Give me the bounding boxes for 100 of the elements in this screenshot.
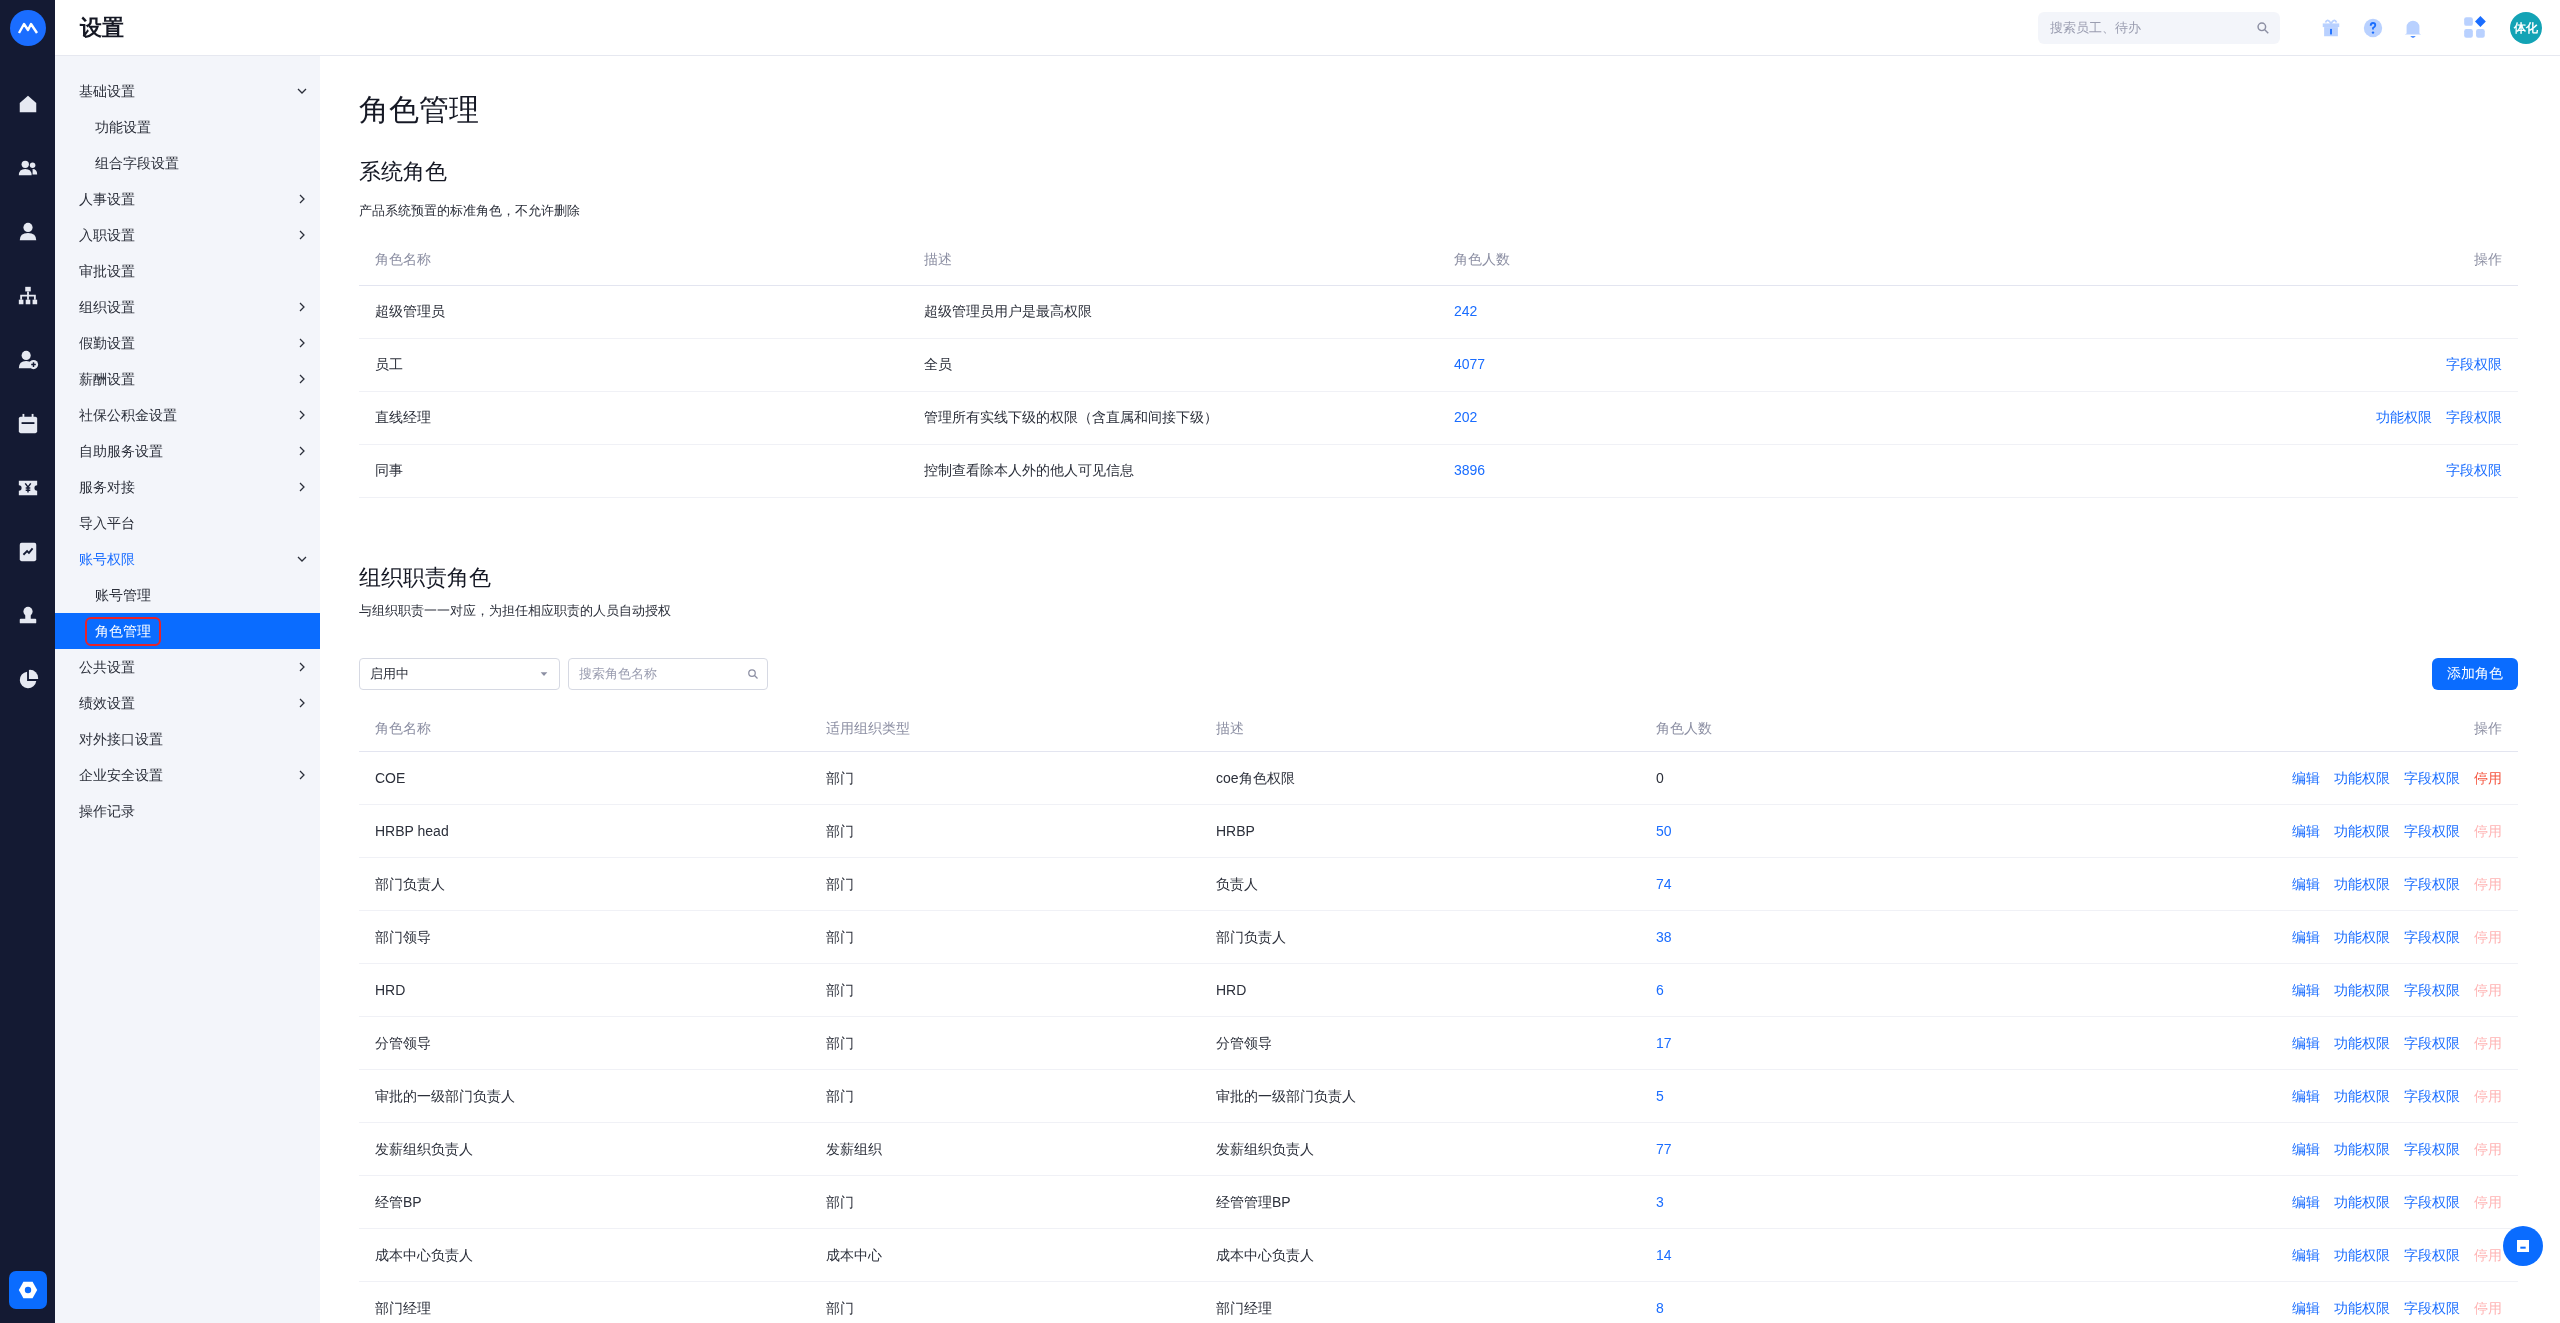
sidebar-item[interactable]: 操作记录 xyxy=(55,793,320,829)
column-header: 角色人数 xyxy=(1656,719,1712,736)
action-link[interactable]: 字段权限 xyxy=(2404,1246,2460,1263)
table-cell: 部门 xyxy=(826,1193,854,1210)
count-link[interactable]: 17 xyxy=(1656,1034,1672,1051)
count-link[interactable]: 3 xyxy=(1656,1193,1664,1210)
action-link[interactable]: 编辑 xyxy=(2292,769,2320,786)
table-cell: 部门 xyxy=(826,1299,854,1316)
count-link[interactable]: 74 xyxy=(1656,875,1672,892)
calendar-icon[interactable] xyxy=(16,413,39,435)
action-link[interactable]: 编辑 xyxy=(2292,1299,2320,1316)
action-link[interactable]: 编辑 xyxy=(2292,1140,2320,1157)
action-link[interactable]: 字段权限 xyxy=(2404,875,2460,892)
table-cell: 部门 xyxy=(826,981,854,998)
action-link[interactable]: 功能权限 xyxy=(2334,1246,2390,1263)
action-link[interactable]: 字段权限 xyxy=(2404,928,2460,945)
user-add-icon[interactable] xyxy=(16,349,39,371)
sidebar-item[interactable]: 自助服务设置 xyxy=(55,433,320,469)
count-link[interactable]: 77 xyxy=(1656,1140,1672,1157)
settings-button[interactable] xyxy=(8,1271,47,1309)
action-link[interactable]: 功能权限 xyxy=(2334,822,2390,839)
action-link[interactable]: 字段权限 xyxy=(2404,1140,2460,1157)
section-description: 与组织职责一一对应，为担任相应职责的人员自动授权 xyxy=(359,601,672,620)
sidebar-item[interactable]: 基础设置 xyxy=(55,73,320,109)
app-logo[interactable] xyxy=(9,10,46,46)
action-link[interactable]: 字段权限 xyxy=(2404,822,2460,839)
table-cell: 控制查看除本人外的他人可见信息 xyxy=(924,462,1134,478)
action-link[interactable]: 字段权限 xyxy=(2404,981,2460,998)
count-link[interactable]: 202 xyxy=(1454,409,1478,425)
role-search-box[interactable]: 搜索角色名称 xyxy=(568,657,768,690)
action-link[interactable]: 功能权限 xyxy=(2334,928,2390,945)
sidebar-subitem[interactable]: 组合字段设置 xyxy=(55,145,320,181)
sidebar-item[interactable]: 公共设置 xyxy=(55,649,320,685)
table-cell: 部门 xyxy=(826,1034,854,1051)
chat-button[interactable] xyxy=(2503,1226,2543,1266)
action-link[interactable]: 字段权限 xyxy=(2446,462,2502,478)
user-avatar[interactable]: 体化 xyxy=(2510,11,2542,44)
action-link[interactable]: 字段权限 xyxy=(2404,1299,2460,1316)
sidebar-item[interactable]: 服务对接 xyxy=(55,469,320,505)
count-link[interactable]: 242 xyxy=(1454,303,1478,319)
table-cell: HRBP xyxy=(1216,822,1255,839)
sidebar-subitem[interactable]: 账号管理 xyxy=(55,577,320,613)
count-link[interactable]: 50 xyxy=(1656,822,1672,839)
sidebar-subitem[interactable]: 角色管理 xyxy=(55,613,320,649)
sidebar-subitem[interactable]: 功能设置 xyxy=(55,109,320,145)
count-link[interactable]: 3896 xyxy=(1454,462,1486,478)
count-link[interactable]: 5 xyxy=(1656,1087,1664,1104)
action-link[interactable]: 功能权限 xyxy=(2376,409,2432,425)
count-link[interactable]: 38 xyxy=(1656,928,1672,945)
action-link[interactable]: 编辑 xyxy=(2292,1034,2320,1051)
table-cell: 经管BP xyxy=(375,1193,422,1210)
sidebar-item[interactable]: 假勤设置 xyxy=(55,325,320,361)
action-link[interactable]: 功能权限 xyxy=(2334,875,2390,892)
sidebar-item[interactable]: 绩效设置 xyxy=(55,685,320,721)
sidebar-item[interactable]: 组织设置 xyxy=(55,289,320,325)
table-cell: 审批的一级部门负责人 xyxy=(1216,1087,1356,1104)
count-link[interactable]: 6 xyxy=(1656,981,1664,998)
sidebar-item[interactable]: 审批设置 xyxy=(55,253,320,289)
sidebar-item[interactable]: 入职设置 xyxy=(55,217,320,253)
action-link[interactable]: 编辑 xyxy=(2292,1087,2320,1104)
help-icon[interactable] xyxy=(2362,16,2384,39)
action-link[interactable]: 功能权限 xyxy=(2334,1299,2390,1316)
count-link[interactable]: 8 xyxy=(1656,1299,1664,1316)
action-link[interactable]: 字段权限 xyxy=(2404,1034,2460,1051)
action-link[interactable]: 编辑 xyxy=(2292,1193,2320,1210)
sidebar-item[interactable]: 企业安全设置 xyxy=(55,757,320,793)
search-field[interactable]: 搜索员工、待办 xyxy=(2048,16,2256,39)
action-link[interactable]: 编辑 xyxy=(2292,981,2320,998)
action-link[interactable]: 编辑 xyxy=(2292,875,2320,892)
action-link[interactable]: 编辑 xyxy=(2292,1246,2320,1263)
table-cell: 部门 xyxy=(826,875,854,892)
count-link[interactable]: 14 xyxy=(1656,1246,1672,1263)
sidebar-item[interactable]: 人事设置 xyxy=(55,181,320,217)
action-link[interactable]: 功能权限 xyxy=(2334,1087,2390,1104)
sidebar-item[interactable]: 薪酬设置 xyxy=(55,361,320,397)
sidebar-item[interactable]: 社保公积金设置 xyxy=(55,397,320,433)
action-link[interactable]: 字段权限 xyxy=(2404,769,2460,786)
action-link[interactable]: 功能权限 xyxy=(2334,1193,2390,1210)
action-link[interactable]: 功能权限 xyxy=(2334,1034,2390,1051)
sidebar-item[interactable]: 账号权限 xyxy=(55,541,320,577)
action-link[interactable]: 字段权限 xyxy=(2446,356,2502,372)
action-link[interactable]: 字段权限 xyxy=(2404,1087,2460,1104)
sidebar-item[interactable]: 导入平台 xyxy=(55,505,320,541)
count-link[interactable]: 4077 xyxy=(1454,356,1486,372)
action-link[interactable]: 编辑 xyxy=(2292,822,2320,839)
action-link[interactable]: 字段权限 xyxy=(2404,1193,2460,1210)
org-chart-icon[interactable] xyxy=(16,285,39,307)
add-role-button[interactable]: 添加角色 xyxy=(2432,657,2518,690)
action-link[interactable]: 功能权限 xyxy=(2334,981,2390,998)
disable-link[interactable]: 停用 xyxy=(2474,769,2502,786)
apps-icon[interactable] xyxy=(2462,14,2488,41)
table-cell: 超级管理员 xyxy=(375,303,445,319)
action-link[interactable]: 编辑 xyxy=(2292,928,2320,945)
action-link[interactable]: 功能权限 xyxy=(2334,769,2390,786)
search-box[interactable]: 搜索员工、待办 xyxy=(2038,11,2280,44)
action-link[interactable]: 字段权限 xyxy=(2446,409,2502,425)
table-cell: 分管领导 xyxy=(375,1034,431,1051)
sidebar-item[interactable]: 对外接口设置 xyxy=(55,721,320,757)
status-dropdown[interactable]: 启用中 xyxy=(359,657,560,690)
action-link[interactable]: 功能权限 xyxy=(2334,1140,2390,1157)
